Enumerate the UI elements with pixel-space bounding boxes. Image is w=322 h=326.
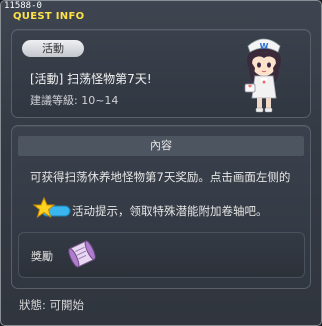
quest-status: 狀態: 可開始: [19, 298, 85, 312]
quest-info-window: 11588-0 QUEST INFO 活動 [活動] 扫荡怪物第7天! 建議等級…: [0, 0, 322, 326]
quest-summary-panel: 活動 [活動] 扫荡怪物第7天! 建議等級: 10~14 W: [11, 29, 311, 118]
quest-id: 11588-0: [4, 1, 42, 11]
nurse-npc-portrait: W: [244, 38, 281, 113]
reward-label: 獎勵: [31, 250, 53, 263]
content-header: 內容: [18, 136, 304, 156]
scroll-item-icon[interactable]: [67, 238, 97, 270]
star-event-icon: [32, 196, 71, 219]
quest-level: 建議等級: 10~14: [30, 94, 119, 107]
svg-text:W: W: [260, 42, 269, 51]
quest-category-badge: 活動: [22, 40, 84, 57]
content-description-line2: 活动提示，领取特殊潜能附加卷轴吧。: [72, 204, 268, 218]
quest-content-panel: 內容 可获得扫荡休养地怪物第7天奖励。点击画面左侧的 活动提示，领取特殊潜能附加…: [11, 125, 311, 289]
content-description-line1: 可获得扫荡休养地怪物第7天奖励。点击画面左侧的: [30, 170, 291, 184]
window-title: QUEST INFO: [13, 11, 85, 22]
quest-name: [活動] 扫荡怪物第7天!: [30, 72, 152, 86]
reward-box: 獎勵: [18, 232, 305, 278]
